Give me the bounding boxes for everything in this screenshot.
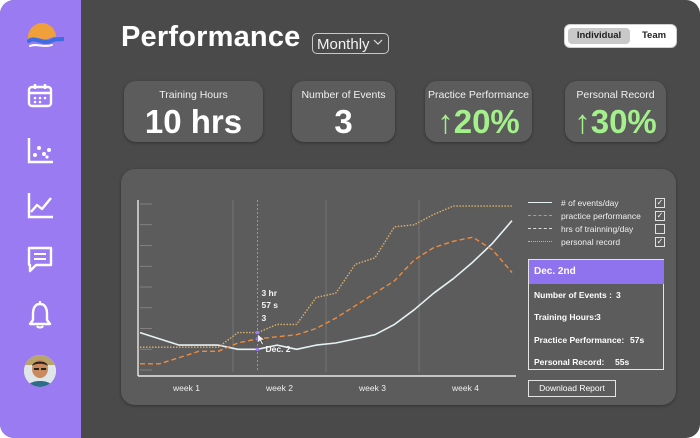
tooltip-hours: 3 hr [261, 288, 277, 298]
app-window: Performance Monthly Individual Team Trai… [0, 0, 700, 438]
tooltip-seconds: 57 s [261, 300, 278, 310]
x-tick-label: week 3 [358, 383, 386, 393]
detail-value: 57s [630, 335, 645, 345]
x-tick-label: week 2 [265, 383, 293, 393]
legend-item: hrs of trainning/day [528, 223, 668, 236]
detail-label: Number of Events : [534, 290, 612, 300]
detail-value: 3 [596, 312, 601, 322]
legend-swatch-long-dash [528, 228, 552, 229]
legend-label: # of events/day [561, 198, 619, 208]
tooltip-events: 3 [261, 313, 266, 323]
legend-item: practice performance ✓ [528, 210, 668, 223]
day-details: Dec. 2nd Number of Events : 3 Training H… [528, 259, 664, 370]
detail-row: Training Hours: 3 [534, 312, 601, 322]
day-details-date: Dec. 2nd [529, 260, 664, 284]
detail-row: Personal Record: 55s [534, 357, 629, 367]
detail-value: 3 [616, 290, 621, 300]
detail-label: Training Hours: [534, 312, 597, 322]
legend-checkbox[interactable]: ✓ [655, 198, 665, 208]
legend-checkbox[interactable]: ✓ [655, 211, 665, 221]
x-tick-label: week 1 [172, 383, 200, 393]
legend-label: hrs of trainning/day [561, 224, 634, 234]
detail-label: Personal Record: [534, 357, 605, 367]
detail-row: Number of Events : 3 [534, 290, 621, 300]
detail-value: 55s [615, 357, 630, 367]
legend-item: # of events/day ✓ [528, 197, 668, 210]
legend-label: practice performance [561, 211, 641, 221]
legend-item: personal record ✓ [528, 236, 668, 249]
legend-label: personal record [561, 237, 621, 247]
frame: Performance Monthly Individual Team Trai… [0, 0, 700, 438]
mouse-cursor-icon [257, 333, 266, 346]
legend-swatch-dotted [528, 241, 552, 242]
legend-checkbox[interactable]: ✓ [655, 237, 665, 247]
legend-checkbox[interactable] [655, 224, 665, 234]
x-tick-label: week 4 [451, 383, 479, 393]
chart-legend: # of events/day ✓ practice performance ✓… [528, 197, 668, 249]
highlight-point [255, 347, 260, 352]
legend-swatch-solid [528, 202, 552, 203]
download-report-button[interactable]: Download Report [528, 380, 616, 397]
detail-label: Practice Performance: [534, 335, 625, 345]
legend-swatch-dashed [528, 215, 552, 216]
detail-row: Practice Performance: 57s [534, 335, 644, 345]
tooltip-date: Dec. 2 [265, 344, 290, 354]
